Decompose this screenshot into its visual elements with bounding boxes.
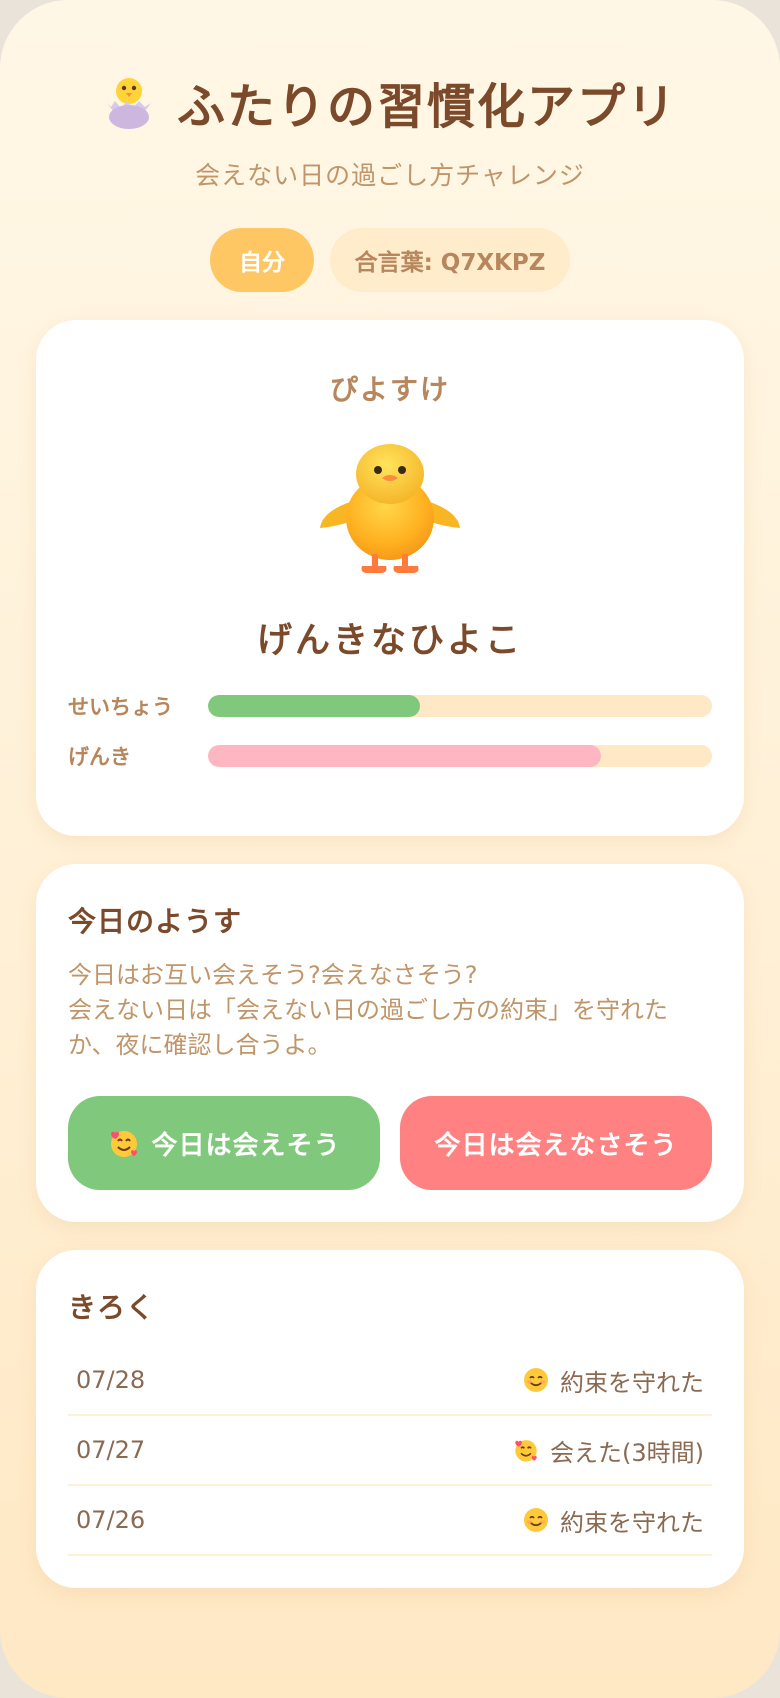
pet-status: げんきなひよこ [256, 621, 523, 661]
pet-card: ぴよすけ げんきなひよこ せいちょう げんき [36, 320, 744, 836]
growth-bar [208, 695, 712, 717]
log-date: 07/28 [76, 1366, 146, 1394]
list-item: 07/28 約束を守れた [68, 1346, 712, 1416]
smiling-face-with-hearts-icon [107, 1126, 141, 1160]
app-screen: ふたりの習慣化アプリ 会えない日の過ごし方チャレンジ 自分 合言葉: Q7XKP… [0, 0, 780, 1698]
passcode-badge[interactable]: 合言葉: Q7XKPZ [330, 228, 570, 292]
log-date: 07/26 [76, 1506, 146, 1534]
can-meet-label: 今日は会えそう [151, 1129, 341, 1160]
energy-stat: げんき [68, 745, 712, 769]
energy-label: げんき [68, 745, 131, 769]
log-title: きろく [68, 1291, 156, 1324]
app-title: ふたりの習慣化アプリ [176, 79, 677, 135]
list-item: 07/26 約束を守れた [68, 1486, 712, 1556]
cannot-meet-label: 今日は会えなさそう [434, 1129, 678, 1160]
today-card: 今日のようす 今日はお互い会えそう?会えなさそう? 会えない日は「会えない日の過… [36, 864, 744, 1222]
baby-chick-icon [318, 440, 462, 576]
log-card: きろく 07/28 約束を守れた 07/27 会えた(3時間) 07/26 約束… [36, 1250, 744, 1588]
energy-bar-fill [208, 745, 602, 767]
smiling-face-icon [522, 1506, 550, 1534]
app-subtitle: 会えない日の過ごし方チャレンジ [195, 161, 585, 190]
log-result: 会えた(3時間) [512, 1433, 704, 1468]
log-result: 約束を守れた [522, 1363, 704, 1398]
cannot-meet-button[interactable]: 今日は会えなさそう [400, 1096, 712, 1190]
hatching-chick-icon [103, 73, 155, 131]
today-description: 今日はお互い会えそう?会えなさそう? 会えない日は「会えない日の過ごし方の約束」… [68, 958, 712, 1063]
title-row: ふたりの習慣化アプリ [0, 62, 780, 142]
smiling-face-with-hearts-icon [512, 1436, 540, 1464]
growth-stat: せいちょう [68, 695, 712, 719]
app-header: ふたりの習慣化アプリ 会えない日の過ごし方チャレンジ [0, 62, 780, 192]
list-item: 07/27 会えた(3時間) [68, 1416, 712, 1486]
today-desc-line: 今日はお互い会えそう?会えなさそう? [68, 961, 478, 989]
pill-row: 自分 合言葉: Q7XKPZ [0, 228, 780, 292]
growth-label: せいちょう [68, 695, 173, 719]
log-text: 会えた(3時間) [550, 1438, 704, 1467]
today-desc-line: 会えない日は「会えない日の過ごし方の約束」を守れた [68, 996, 668, 1024]
today-title: 今日のようす [68, 905, 243, 938]
log-date: 07/27 [76, 1436, 146, 1464]
energy-bar [208, 745, 712, 767]
today-desc-line: か、夜に確認し合うよ。 [68, 1031, 332, 1059]
log-list: 07/28 約束を守れた 07/27 会えた(3時間) 07/26 約束を守れた [68, 1346, 712, 1556]
can-meet-button[interactable]: 今日は会えそう [68, 1096, 380, 1190]
log-text: 約束を守れた [560, 1368, 704, 1397]
log-text: 約束を守れた [560, 1508, 704, 1537]
self-tab-button[interactable]: 自分 [210, 228, 314, 292]
log-result: 約束を守れた [522, 1503, 704, 1538]
smiling-face-icon [522, 1366, 550, 1394]
pet-name: ぴよすけ [329, 373, 450, 406]
growth-bar-fill [208, 695, 420, 717]
